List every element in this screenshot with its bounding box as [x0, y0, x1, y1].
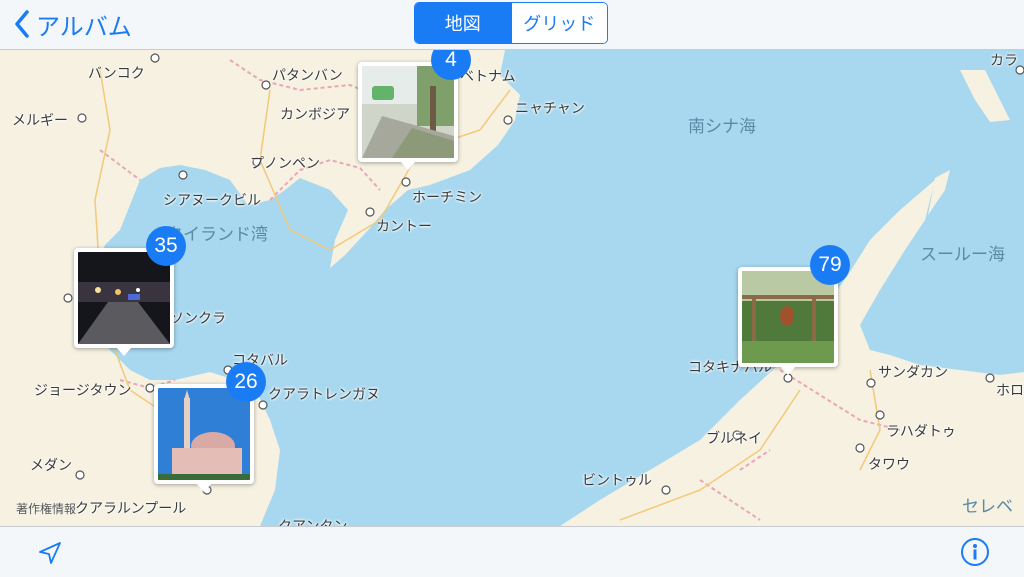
location-arrow-icon: [39, 542, 61, 564]
map-label-medan: メダン: [30, 458, 72, 474]
map-label-jolo: ホロ: [996, 383, 1024, 399]
back-label: アルバム: [36, 12, 132, 41]
map-label-sandakan: サンダカン: [878, 365, 948, 381]
map-label-kuala-lumpur: クアラルンプール: [75, 501, 187, 517]
map-label-myeik: メルギー: [12, 113, 68, 129]
map-label-phnom-penh: プノンペン: [250, 156, 320, 172]
map-label-lahad-datu: ラハダトゥ: [886, 424, 956, 440]
segment-map[interactable]: 地図: [415, 3, 511, 43]
photo-thumbnail: [742, 271, 834, 363]
back-button[interactable]: アルバム: [14, 6, 132, 42]
pin-pointer: [116, 347, 132, 356]
info-button[interactable]: [960, 537, 990, 567]
map-label-cambodia: カンボジア: [280, 107, 350, 123]
photo-thumbnail: [362, 66, 454, 158]
chevron-left-icon: [15, 10, 29, 38]
map-label-george-town: ジョージタウン: [34, 383, 132, 399]
sea-label-south-china-sea: 南シナ海: [688, 117, 756, 137]
photo-count-badge: 79: [810, 245, 850, 285]
segment-grid[interactable]: グリッド: [510, 3, 607, 43]
map-label-songkhla: ソンクラ: [170, 311, 226, 327]
photo-count-badge: 35: [146, 226, 186, 266]
photo-thumbnail: [158, 388, 250, 480]
map-label-sihanoukville: シアヌークビル: [163, 193, 261, 209]
map-label-cara: カラ: [990, 53, 1018, 69]
map-view[interactable]: バンコク パタンバン メルギー カンボジア ニャチャン プノンペン シアヌークビ…: [0, 50, 1024, 526]
photo-count-badge: 26: [226, 362, 266, 402]
view-segmented-control: 地図 グリッド: [414, 2, 608, 44]
sea-label-celebes-sea: セレベ: [962, 497, 1013, 517]
info-icon: [961, 538, 989, 566]
map-label-tawau: タワウ: [868, 457, 910, 473]
bottom-toolbar: [0, 526, 1024, 577]
map-label-battambang: パタンバン: [272, 68, 343, 84]
pin-pointer: [400, 161, 416, 170]
pin-pointer: [196, 483, 212, 492]
map-label-bangkok: バンコク: [88, 66, 145, 82]
legal-link[interactable]: 著作権情報: [16, 500, 76, 517]
map-label-nha-trang: ニャチャン: [515, 101, 585, 117]
nav-bar: アルバム 地図 グリッド: [0, 0, 1024, 50]
pin-pointer: [780, 366, 796, 375]
map-label-bintulu: ビントゥル: [582, 473, 652, 489]
map-label-kuala-terengganu: クアラトレンガヌ: [268, 387, 380, 403]
map-label-brunei: ブルネイ: [706, 431, 762, 447]
map-label-ho-chi-minh: ホーチミン: [412, 190, 482, 206]
map-label-can-tho: カントー: [376, 219, 432, 235]
current-location-button[interactable]: [38, 541, 62, 565]
map-label-kuantan: クアンタン: [278, 516, 347, 526]
photo-thumbnail: [78, 252, 170, 344]
sea-label-sulu-sea: スールー海: [920, 245, 1005, 265]
